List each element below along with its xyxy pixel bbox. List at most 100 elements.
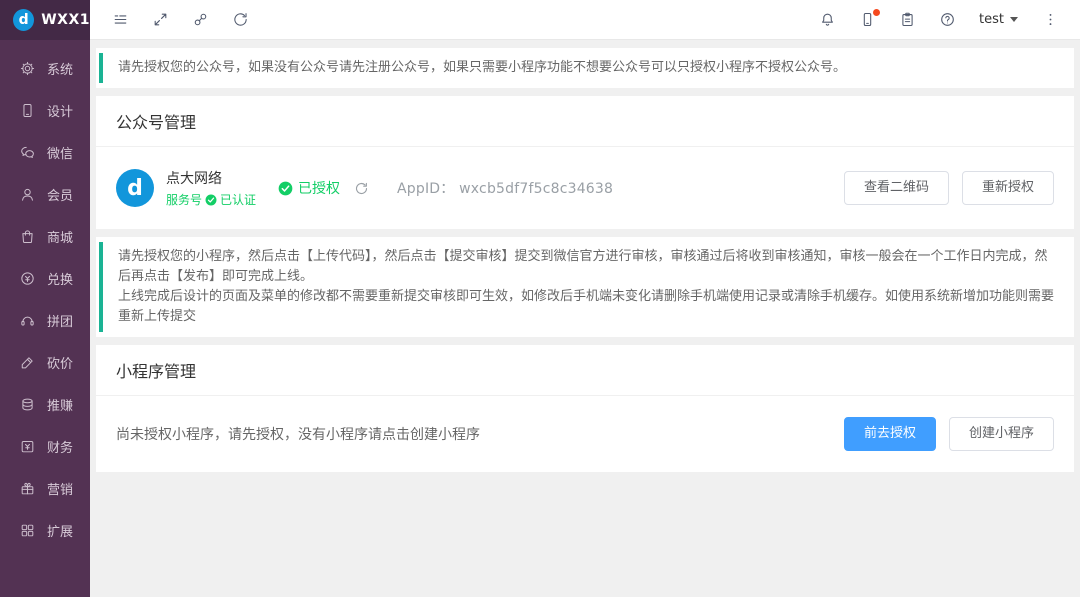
- notifications-button[interactable]: [807, 0, 847, 40]
- page-content: 请先授权您的公众号，如果没有公众号请先注册公众号，如果只需要小程序功能不想要公众…: [90, 40, 1080, 597]
- bargain-icon: [19, 354, 36, 371]
- sidebar-item-label: 兑换: [47, 272, 74, 288]
- notification-dot: [873, 8, 881, 16]
- sidebar-item-label: 营销: [47, 482, 74, 498]
- app-logo-icon: d: [13, 9, 35, 31]
- sidebar-item-label: 推赚: [47, 398, 74, 414]
- groupon-icon: [19, 312, 36, 329]
- sidebar-item-mall[interactable]: 商城: [0, 215, 90, 257]
- sidebar-item-wechat[interactable]: 微信: [0, 131, 90, 173]
- account-avatar: d: [116, 169, 154, 207]
- alert-accent-bar: [99, 53, 103, 83]
- mini-program-card-body: 尚未授权小程序，请先授权，没有小程序请点击创建小程序 前去授权 创建小程序: [96, 396, 1074, 472]
- sidebar-item-extension[interactable]: 扩展: [0, 509, 90, 551]
- mini-program-card-title: 小程序管理: [96, 345, 1074, 396]
- clipboard-icon: [899, 11, 916, 28]
- bell-icon: [819, 11, 836, 28]
- refresh-icon: [354, 181, 369, 196]
- topbar: test: [90, 0, 1080, 40]
- mini-program-actions: 前去授权 创建小程序: [843, 417, 1054, 451]
- mini-program-alert: 请先授权您的小程序，然后点击【上传代码】，然后点击【提交审核】提交到微信官方进行…: [96, 237, 1074, 337]
- sidebar-item-exchange[interactable]: 兑换: [0, 257, 90, 299]
- link-button[interactable]: [180, 0, 220, 40]
- app-name: WXX1: [41, 12, 90, 28]
- appid-value: wxcb5df7f5c8c34638: [459, 181, 614, 197]
- sidebar-item-label: 扩展: [47, 524, 74, 540]
- mobile-preview-button[interactable]: [847, 0, 887, 40]
- sidebar: d WXX1 系统 设计 微信 会员 商城 兑换 拼团 砍价 推赚 财务 营销 …: [0, 0, 90, 597]
- authorized-badge: 已授权: [278, 178, 340, 198]
- account-name: 点大网络: [166, 171, 222, 187]
- gear-icon: [19, 60, 36, 77]
- sidebar-item-label: 系统: [47, 62, 74, 78]
- sidebar-item-system[interactable]: 系统: [0, 47, 90, 89]
- sidebar-item-label: 财务: [47, 440, 74, 456]
- appid: AppID： wxcb5df7f5c8c34638: [397, 178, 613, 198]
- marketing-icon: [19, 480, 36, 497]
- fullscreen-button[interactable]: [140, 0, 180, 40]
- sidebar-nav: 系统 设计 微信 会员 商城 兑换 拼团 砍价 推赚 财务 营销 扩展: [0, 40, 90, 551]
- main-area: test 请先授权您的公众号，如果没有公众号请先注册公众号，如果只需要小程序功能…: [90, 0, 1080, 597]
- earn-icon: [19, 396, 36, 413]
- mini-program-card: 小程序管理 尚未授权小程序，请先授权，没有小程序请点击创建小程序 前去授权 创建…: [96, 345, 1074, 472]
- sidebar-item-label: 微信: [47, 146, 74, 162]
- mini-program-empty-text: 尚未授权小程序，请先授权，没有小程序请点击创建小程序: [116, 427, 480, 443]
- clipboard-button[interactable]: [887, 0, 927, 40]
- sidebar-item-label: 拼团: [47, 314, 74, 330]
- account-sub-info: 服务号 已认证: [166, 191, 256, 208]
- menu-fold-button[interactable]: [100, 0, 140, 40]
- extension-icon: [19, 522, 36, 539]
- account-avatar-letter: d: [127, 175, 143, 201]
- user-name: test: [979, 12, 1004, 27]
- alert-text-line1: 请先授权您的小程序，然后点击【上传代码】，然后点击【提交审核】提交到微信官方进行…: [118, 249, 1048, 284]
- alert-text: 请先授权您的公众号，如果没有公众号请先注册公众号，如果只需要小程序功能不想要公众…: [118, 60, 847, 75]
- user-menu[interactable]: test: [967, 0, 1030, 40]
- app-logo[interactable]: d WXX1: [0, 0, 90, 40]
- sidebar-item-bargain[interactable]: 砍价: [0, 341, 90, 383]
- alert-text-line2: 上线完成后设计的页面及菜单的修改都不需要重新提交审核即可生效，如修改后手机端未变…: [118, 289, 1055, 324]
- wechat-icon: [19, 144, 36, 161]
- go-authorize-button[interactable]: 前去授权: [843, 417, 936, 451]
- app-logo-letter: d: [18, 12, 29, 28]
- view-qrcode-button[interactable]: 查看二维码: [843, 171, 949, 205]
- authorized-label: 已授权: [298, 181, 341, 197]
- finance-icon: [19, 438, 36, 455]
- verified-check-icon: [205, 194, 217, 206]
- help-icon: [939, 11, 956, 28]
- create-mini-program-button[interactable]: 创建小程序: [948, 417, 1054, 451]
- official-account-actions: 查看二维码 重新授权: [843, 171, 1054, 205]
- sidebar-item-finance[interactable]: 财务: [0, 425, 90, 467]
- help-button[interactable]: [927, 0, 967, 40]
- sidebar-item-label: 商城: [47, 230, 74, 246]
- authorized-check-icon: [278, 181, 293, 196]
- account-info: 点大网络 服务号 已认证: [166, 168, 256, 208]
- refresh-icon: [232, 11, 249, 28]
- official-account-card: 公众号管理 d 点大网络 服务号 已认证 已授权 AppID： wxcb5df7…: [96, 96, 1074, 229]
- more-button[interactable]: [1030, 0, 1070, 40]
- kebab-menu-icon: [1042, 11, 1059, 28]
- chevron-down-icon: [1010, 17, 1018, 22]
- alert-accent-bar: [99, 242, 103, 332]
- official-account-card-title: 公众号管理: [96, 96, 1074, 147]
- sidebar-item-label: 砍价: [47, 356, 74, 372]
- menu-fold-icon: [112, 11, 129, 28]
- link-icon: [192, 11, 209, 28]
- appid-label: AppID：: [397, 181, 455, 197]
- mobile-icon: [19, 102, 36, 119]
- exchange-icon: [19, 270, 36, 287]
- fullscreen-icon: [152, 11, 169, 28]
- official-account-alert: 请先授权您的公众号，如果没有公众号请先注册公众号，如果只需要小程序功能不想要公众…: [96, 48, 1074, 88]
- sidebar-item-member[interactable]: 会员: [0, 173, 90, 215]
- sidebar-item-earn[interactable]: 推赚: [0, 383, 90, 425]
- verified-label: 已认证: [220, 193, 257, 207]
- reauthorize-button[interactable]: 重新授权: [961, 171, 1054, 205]
- sidebar-item-label: 设计: [47, 104, 74, 120]
- sidebar-item-groupon[interactable]: 拼团: [0, 299, 90, 341]
- refresh-page-button[interactable]: [220, 0, 260, 40]
- sidebar-item-label: 会员: [47, 188, 74, 204]
- sidebar-item-marketing[interactable]: 营销: [0, 467, 90, 509]
- account-type-label: 服务号: [166, 193, 203, 207]
- mall-icon: [19, 228, 36, 245]
- sidebar-item-design[interactable]: 设计: [0, 89, 90, 131]
- refresh-auth-button[interactable]: [354, 181, 369, 196]
